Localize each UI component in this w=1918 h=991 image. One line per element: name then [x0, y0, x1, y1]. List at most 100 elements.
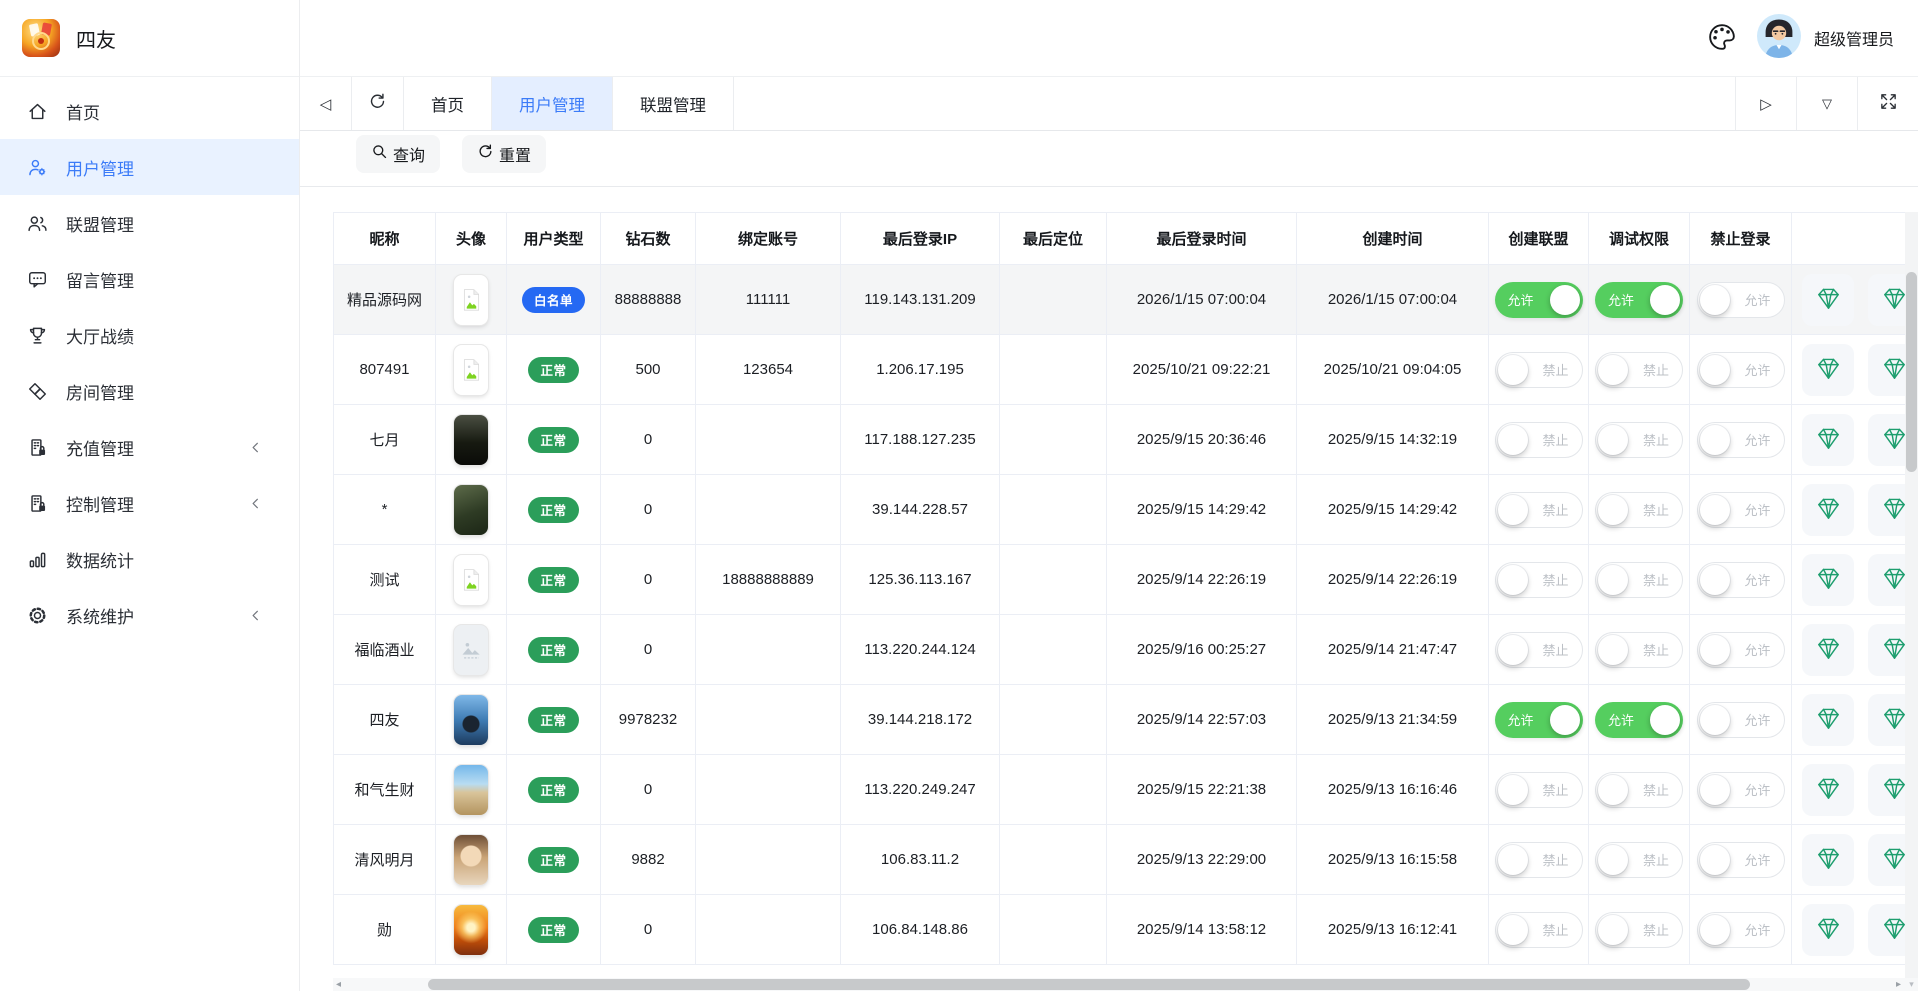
- create-alliance-toggle[interactable]: 允许: [1495, 702, 1583, 738]
- debug-permission-toggle[interactable]: 禁止: [1595, 912, 1683, 948]
- query-button[interactable]: 查询: [356, 135, 440, 173]
- sidebar-item-home[interactable]: 首页: [0, 83, 299, 139]
- forbid-login-toggle[interactable]: 允许: [1697, 842, 1785, 878]
- horizontal-scrollbar[interactable]: ◂ ▸: [333, 978, 1905, 991]
- debug-permission-toggle[interactable]: 允许: [1595, 702, 1683, 738]
- sidebar-item-trophy[interactable]: 大厅战绩: [0, 307, 299, 363]
- forbid-login-toggle[interactable]: 允许: [1697, 422, 1785, 458]
- debug-permission-toggle[interactable]: 禁止: [1595, 632, 1683, 668]
- create-alliance-cell: 禁止: [1489, 615, 1589, 685]
- created-time-cell: 2025/9/13 16:12:41: [1297, 895, 1489, 965]
- vertical-scrollbar-thumb[interactable]: [1906, 272, 1917, 472]
- forbid-login-toggle[interactable]: 允许: [1697, 282, 1785, 318]
- forbid-login-cell: 允许: [1690, 475, 1792, 545]
- debug-permission-toggle[interactable]: 禁止: [1595, 772, 1683, 808]
- create-alliance-toggle[interactable]: 禁止: [1495, 842, 1583, 878]
- diamond-action-button[interactable]: [1802, 904, 1854, 956]
- bound-account-cell: [696, 685, 841, 755]
- create-alliance-toggle[interactable]: 禁止: [1495, 562, 1583, 598]
- sidebar-item-gear[interactable]: 系统维护: [0, 587, 299, 643]
- diamond-action-button[interactable]: [1802, 694, 1854, 746]
- sidebar-item-message[interactable]: 留言管理: [0, 251, 299, 307]
- nav-back-button[interactable]: ◁: [300, 77, 352, 130]
- debug-permission-toggle[interactable]: 禁止: [1595, 842, 1683, 878]
- diamond-action-button[interactable]: [1802, 414, 1854, 466]
- bound-account-cell: [696, 405, 841, 475]
- forbid-login-toggle[interactable]: 允许: [1697, 702, 1785, 738]
- create-alliance-toggle[interactable]: 允许: [1495, 282, 1583, 318]
- horizontal-scrollbar-thumb[interactable]: [428, 979, 1750, 990]
- refresh-tab-button[interactable]: [352, 77, 404, 130]
- user-avatar: [454, 625, 488, 675]
- diamond-gem-icon: [1815, 495, 1842, 525]
- nav-forward-button[interactable]: ▷: [1735, 77, 1796, 130]
- fullscreen-button[interactable]: [1857, 77, 1918, 130]
- sidebar-item-user-settings[interactable]: 用户管理: [0, 139, 299, 195]
- sidebar-item-bar-chart[interactable]: 数据统计: [0, 531, 299, 587]
- forbid-login-cell: 允许: [1690, 755, 1792, 825]
- create-alliance-toggle[interactable]: 禁止: [1495, 772, 1583, 808]
- nickname-cell: 和气生财: [334, 755, 436, 825]
- create-alliance-toggle[interactable]: 禁止: [1495, 492, 1583, 528]
- sidebar-item-users[interactable]: 联盟管理: [0, 195, 299, 251]
- nickname-cell: 四友: [334, 685, 436, 755]
- sidebar-item-building-lock[interactable]: 充值管理: [0, 419, 299, 475]
- user-table-viewport: 昵称头像用户类型钻石数绑定账号最后登录IP最后定位最后登录时间创建时间创建联盟调…: [333, 212, 1918, 978]
- nickname-cell: 清风明月: [334, 825, 436, 895]
- avatar-cell: [436, 615, 507, 685]
- diamond-action-button[interactable]: [1802, 764, 1854, 816]
- vertical-scrollbar[interactable]: [1905, 212, 1918, 978]
- column-header: 绑定账号: [696, 213, 841, 265]
- tab-actions-dropdown-button[interactable]: ▽: [1796, 77, 1857, 130]
- sidebar-item-label: 首页: [66, 99, 100, 124]
- avatar-cell: [436, 755, 507, 825]
- user-avatar: [454, 345, 488, 395]
- tab-3[interactable]: 联盟管理: [613, 77, 734, 130]
- debug-permission-toggle[interactable]: 禁止: [1595, 352, 1683, 388]
- tab-1[interactable]: 首页: [404, 77, 492, 130]
- forbid-login-toggle[interactable]: 允许: [1697, 632, 1785, 668]
- theme-palette-button[interactable]: [1706, 21, 1738, 56]
- diamond-action-button[interactable]: [1802, 834, 1854, 886]
- diamond-gem-icon: [1815, 285, 1842, 315]
- scroll-left-arrow-icon[interactable]: ◂: [336, 978, 341, 991]
- admin-menu[interactable]: 超级管理员: [1756, 13, 1894, 64]
- scroll-right-arrow-icon[interactable]: ▸: [1896, 978, 1901, 991]
- forbid-login-toggle[interactable]: 允许: [1697, 562, 1785, 598]
- debug-permission-toggle[interactable]: 禁止: [1595, 492, 1683, 528]
- tab-2[interactable]: 用户管理: [492, 77, 613, 130]
- last-location-cell: [1000, 265, 1107, 335]
- reset-button[interactable]: 重置: [462, 135, 546, 173]
- create-alliance-toggle[interactable]: 禁止: [1495, 352, 1583, 388]
- secondary-action-icon: [1881, 425, 1908, 455]
- app-title: 四友: [76, 24, 116, 53]
- diamond-action-button[interactable]: [1802, 274, 1854, 326]
- logo-row: 四友: [0, 0, 299, 77]
- debug-permission-toggle[interactable]: 禁止: [1595, 422, 1683, 458]
- create-alliance-toggle[interactable]: 禁止: [1495, 912, 1583, 948]
- diamonds-cell: 0: [601, 405, 696, 475]
- last-login-ip-cell: 106.83.11.2: [841, 825, 1000, 895]
- diamond-action-button[interactable]: [1802, 344, 1854, 396]
- sidebar-item-label: 控制管理: [66, 491, 134, 516]
- diamond-action-button[interactable]: [1802, 624, 1854, 676]
- diamonds-cell: 0: [601, 755, 696, 825]
- create-alliance-toggle[interactable]: 禁止: [1495, 632, 1583, 668]
- forbid-login-toggle[interactable]: 允许: [1697, 772, 1785, 808]
- sidebar-item-rooms[interactable]: 房间管理: [0, 363, 299, 419]
- created-time-cell: 2025/9/13 16:16:46: [1297, 755, 1489, 825]
- debug-permission-toggle[interactable]: 允许: [1595, 282, 1683, 318]
- forbid-login-toggle[interactable]: 允许: [1697, 492, 1785, 528]
- diamond-action-button[interactable]: [1802, 484, 1854, 536]
- last-login-ip-cell: 117.188.127.235: [841, 405, 1000, 475]
- forbid-login-toggle[interactable]: 允许: [1697, 352, 1785, 388]
- forbid-login-toggle[interactable]: 允许: [1697, 912, 1785, 948]
- building-lock-icon: [26, 492, 48, 514]
- diamonds-cell: 88888888: [601, 265, 696, 335]
- diamond-action-button[interactable]: [1802, 554, 1854, 606]
- last-login-time-cell: 2025/9/16 00:25:27: [1107, 615, 1297, 685]
- sidebar-item-building-lock[interactable]: 控制管理: [0, 475, 299, 531]
- create-alliance-toggle[interactable]: 禁止: [1495, 422, 1583, 458]
- debug-permission-toggle[interactable]: 禁止: [1595, 562, 1683, 598]
- user-type-badge: 正常: [528, 497, 578, 523]
